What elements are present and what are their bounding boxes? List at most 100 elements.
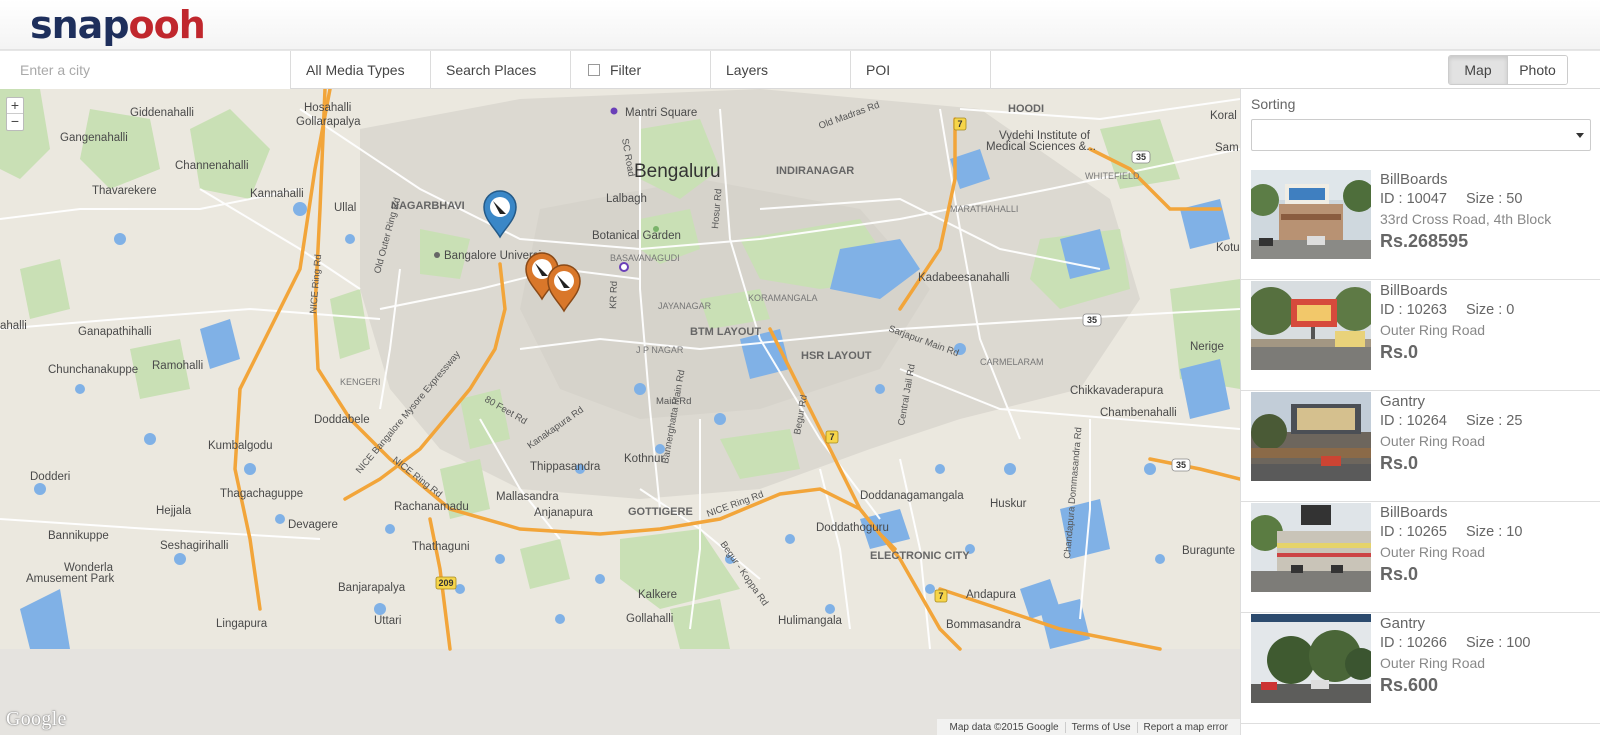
svg-text:Anjanapura: Anjanapura	[534, 507, 593, 519]
view-toggle: Map Photo	[1448, 55, 1568, 85]
listing-size: Size : 100	[1466, 635, 1531, 651]
svg-text:Kumbalgodu: Kumbalgodu	[208, 440, 273, 452]
svg-text:Devagere: Devagere	[288, 519, 338, 531]
svg-text:Hosahalli: Hosahalli	[304, 102, 351, 114]
map-attribution: Map data ©2015 Google Terms of Use Repor…	[937, 719, 1240, 735]
listing-item[interactable]: BillBoards ID : 10265 Size : 10 Outer Ri…	[1241, 502, 1600, 613]
svg-text:KENGERI: KENGERI	[340, 377, 381, 387]
svg-text:Lalbagh: Lalbagh	[606, 193, 647, 205]
map-view-button[interactable]: Map	[1449, 56, 1508, 84]
svg-text:Huskur: Huskur	[990, 498, 1027, 510]
listing-item[interactable]: BillBoards ID : 10047 Size : 50 33rd Cro…	[1241, 169, 1600, 280]
listing-photo[interactable]	[1251, 281, 1371, 370]
svg-text:Doddabele: Doddabele	[314, 414, 370, 426]
svg-text:Doddathoguru: Doddathoguru	[816, 522, 889, 534]
svg-text:Mantri Square: Mantri Square	[625, 107, 697, 119]
svg-text:Thagachaguppe: Thagachaguppe	[220, 488, 303, 500]
snapooh-logo[interactable]: snapooh	[30, 2, 206, 48]
listing-price: Rs.600	[1380, 675, 1439, 695]
listing-photo[interactable]	[1251, 614, 1371, 703]
listing-price: Rs.0	[1380, 453, 1419, 473]
filter-label: Filter	[610, 62, 642, 78]
media-marker-blue[interactable]	[480, 189, 520, 239]
svg-text:Buragunte: Buragunte	[1182, 545, 1235, 557]
svg-text:Main Rd: Main Rd	[656, 396, 691, 407]
svg-text:ahalli: ahalli	[0, 320, 27, 332]
svg-text:Koral: Koral	[1210, 110, 1237, 122]
svg-text:Bommasandra: Bommasandra	[946, 619, 1021, 631]
zoom-in-button[interactable]: +	[7, 98, 23, 114]
svg-text:Seshagirihalli: Seshagirihalli	[160, 540, 228, 552]
search-places-button[interactable]: Search Places	[431, 51, 571, 89]
listing-price: Rs.0	[1380, 564, 1419, 584]
report-map-error-link[interactable]: Report a map error	[1138, 722, 1234, 733]
listing-address: Outer Ring Road	[1380, 544, 1486, 560]
svg-text:Andapura: Andapura	[966, 589, 1016, 601]
listing-type: BillBoards	[1380, 282, 1448, 299]
listing-address: Outer Ring Road	[1380, 322, 1486, 338]
svg-text:Thippasandra: Thippasandra	[530, 461, 601, 473]
logo-text-part1: snap	[30, 3, 130, 47]
svg-text:HSR LAYOUT: HSR LAYOUT	[801, 350, 872, 362]
header-bar: snapooh	[0, 0, 1600, 50]
listing-item[interactable]: BillBoards ID : 10263 Size : 0 Outer Rin…	[1241, 280, 1600, 391]
svg-text:WHITEFIELD: WHITEFIELD	[1085, 171, 1140, 181]
listing-type: Gantry	[1380, 393, 1426, 410]
svg-text:Ullal: Ullal	[334, 202, 356, 214]
listing-id: ID : 10266	[1380, 635, 1447, 651]
svg-text:Dodderi: Dodderi	[30, 471, 70, 483]
svg-text:Bannikuppe: Bannikuppe	[48, 530, 109, 542]
layers-button[interactable]: Layers	[711, 51, 851, 89]
svg-text:Sam: Sam	[1215, 142, 1239, 154]
filter-checkbox[interactable]	[588, 64, 600, 76]
svg-text:Kalkere: Kalkere	[638, 589, 677, 601]
photo-view-button[interactable]: Photo	[1508, 56, 1567, 84]
filter-toggle[interactable]: Filter	[571, 51, 711, 89]
svg-text:Kothnur: Kothnur	[624, 453, 664, 465]
svg-text:Doddanagamangala: Doddanagamangala	[860, 490, 964, 502]
svg-text:Kotur: Kotur	[1216, 242, 1240, 254]
sorting-select[interactable]	[1251, 119, 1591, 151]
svg-text:Amusement Park: Amusement Park	[26, 573, 114, 585]
city-search-input[interactable]	[0, 51, 291, 89]
svg-text:Hejjala: Hejjala	[156, 505, 192, 517]
svg-text:7: 7	[829, 432, 834, 442]
poi-button[interactable]: POI	[851, 51, 991, 89]
listing-size: Size : 50	[1466, 191, 1523, 207]
svg-text:Kannahalli: Kannahalli	[250, 188, 304, 200]
listing-price: Rs.268595	[1380, 231, 1469, 251]
svg-text:Nerige: Nerige	[1190, 341, 1224, 353]
listing-size: Size : 25	[1466, 413, 1523, 429]
listing-photo[interactable]	[1251, 170, 1371, 259]
map-tiles[interactable]: Giddenahalli Hosahalli Gollarapalya Mant…	[0, 89, 1240, 735]
listing-size: Size : 10	[1466, 524, 1523, 540]
listing-type: Gantry	[1380, 615, 1426, 632]
zoom-out-button[interactable]: −	[7, 114, 23, 130]
svg-text:KR Rd: KR Rd	[608, 281, 620, 309]
svg-text:Bengaluru: Bengaluru	[634, 161, 721, 182]
svg-text:209: 209	[438, 578, 453, 588]
svg-text:Mallasandra: Mallasandra	[496, 491, 559, 503]
media-marker-orange-2[interactable]	[544, 263, 584, 313]
listing-photo[interactable]	[1251, 503, 1371, 592]
svg-text:35: 35	[1087, 315, 1097, 325]
search-places-label: Search Places	[446, 62, 537, 78]
results-sidebar[interactable]: Sorting BillBoards ID : 10047 Size : 50 …	[1240, 89, 1600, 735]
svg-text:Medical Sciences &...: Medical Sciences &...	[986, 141, 1096, 153]
svg-text:Thavarekere: Thavarekere	[92, 185, 157, 197]
listing-item[interactable]: Gantry ID : 10266 Size : 100 Outer Ring …	[1241, 613, 1600, 724]
listing-photo[interactable]	[1251, 392, 1371, 481]
listing-item[interactable]: Gantry ID : 10264 Size : 25 Outer Ring R…	[1241, 391, 1600, 502]
svg-text:Chunchanakuppe: Chunchanakuppe	[48, 364, 138, 376]
svg-text:ELECTRONIC CITY: ELECTRONIC CITY	[870, 550, 970, 562]
terms-of-use-link[interactable]: Terms of Use	[1066, 721, 1138, 733]
media-types-dropdown[interactable]: All Media Types	[291, 51, 431, 89]
svg-text:Botanical Garden: Botanical Garden	[592, 230, 681, 242]
google-logo[interactable]: Google	[6, 708, 67, 731]
svg-text:Rachanamadu: Rachanamadu	[394, 501, 469, 513]
svg-text:Channenahalli: Channenahalli	[175, 160, 249, 172]
svg-text:MARATHAHALLI: MARATHAHALLI	[950, 204, 1018, 214]
listing-id: ID : 10047	[1380, 191, 1447, 207]
map-canvas[interactable]: Giddenahalli Hosahalli Gollarapalya Mant…	[0, 89, 1240, 735]
listing-id: ID : 10265	[1380, 524, 1447, 540]
